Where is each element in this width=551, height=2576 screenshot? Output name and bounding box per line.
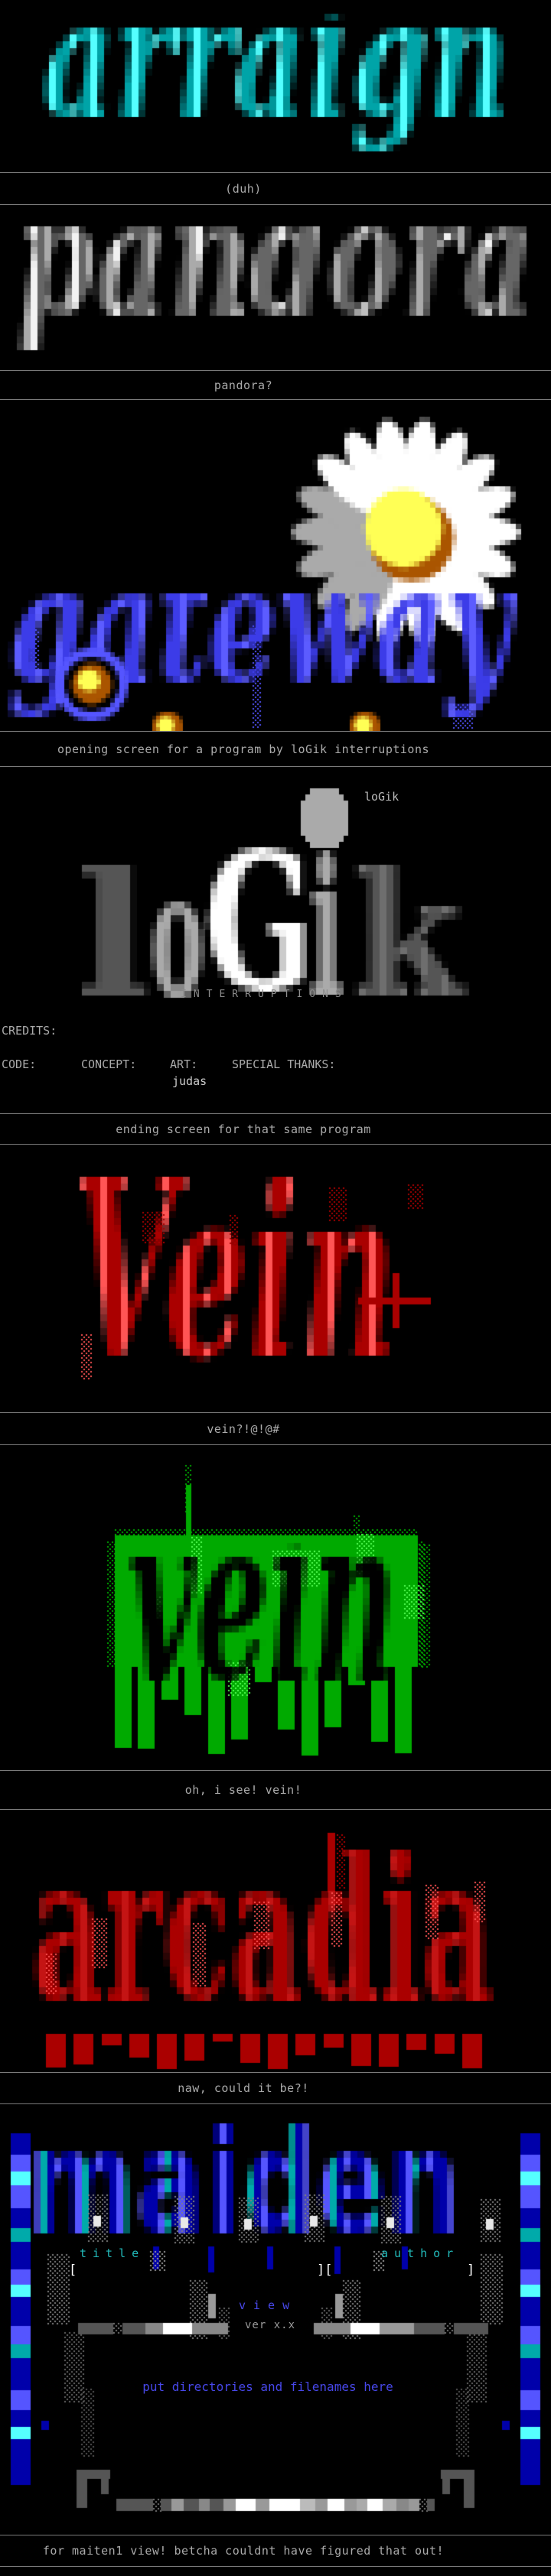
caption-text: pandora? (214, 378, 272, 392)
caption-text: naw, could it be?! (178, 2081, 309, 2095)
vein-green-logo-art (0, 1445, 551, 1770)
author-bracket-close: ] (467, 2263, 474, 2278)
caption-text: (duh) (225, 182, 262, 196)
logik-subtitle: INTERRUPTIONS (181, 989, 348, 1000)
caption-band-vein-red: vein?!@!@# (0, 1412, 551, 1445)
arcadia-logo-art (0, 1810, 551, 2072)
view-label: view (239, 2298, 297, 2312)
caption-band-pandora: pandora? (0, 370, 551, 400)
section-vein-green (0, 1445, 551, 1770)
caption-band-arcadia: naw, could it be?! (0, 2072, 551, 2104)
pandora-logo-art (0, 205, 551, 370)
art-label: ART: (170, 1057, 197, 1071)
section-logik: loGik INTERRUPTIONS CREDITS: CODE: CONCE… (0, 767, 551, 1113)
caption-text: oh, i see! vein! (185, 1783, 302, 1797)
caption-text: vein?!@!@# (207, 1422, 279, 1436)
section-arcadia (0, 1810, 551, 2072)
caption-text: for maiten1 view! betcha couldnt have fi… (43, 2544, 444, 2558)
caption-text: ending screen for that same program (116, 1122, 371, 1136)
ansi-art-collection: (duh) pandora? opening screen for a prog… (0, 0, 551, 2576)
caption-band-maiden: for maiten1 view! betcha couldnt have fi… (0, 2535, 551, 2567)
title-label: title (80, 2246, 145, 2260)
logik-small-wordmark: loGik (364, 790, 399, 804)
vein-red-logo-art (0, 1145, 551, 1412)
gateway-logo-art (0, 400, 551, 731)
artist-credit: judas (172, 1074, 207, 1088)
section-maiden-viewer: title author [ ][ ] view ver x.x put dir… (0, 2104, 551, 2535)
code-label: CODE: (2, 1057, 36, 1071)
caption-text: opening screen for a program by loGik in… (57, 742, 429, 756)
section-gateway (0, 400, 551, 731)
special-thanks-label: SPECIAL THANKS: (232, 1057, 335, 1071)
caption-band-logik: ending screen for that same program (0, 1113, 551, 1145)
credits-label: CREDITS: (2, 1024, 57, 1038)
section-pandora (0, 205, 551, 370)
concept-label: CONCEPT: (81, 1057, 136, 1071)
version-label: ver x.x (245, 2319, 295, 2331)
title-bracket-open: [ (69, 2263, 77, 2278)
bottom-margin (0, 2567, 551, 2576)
caption-band-gateway: opening screen for a program by loGik in… (0, 731, 551, 767)
title-author-bracket-mid: ][ (317, 2263, 332, 2278)
caption-band-arraign: (duh) (0, 172, 551, 205)
author-label: author (381, 2246, 459, 2260)
section-arraign (0, 0, 551, 172)
caption-band-vein-green: oh, i see! vein! (0, 1770, 551, 1810)
section-vein-red (0, 1145, 551, 1412)
directories-hint: put directories and filenames here (0, 2379, 536, 2394)
arraign-logo-art (0, 0, 551, 172)
